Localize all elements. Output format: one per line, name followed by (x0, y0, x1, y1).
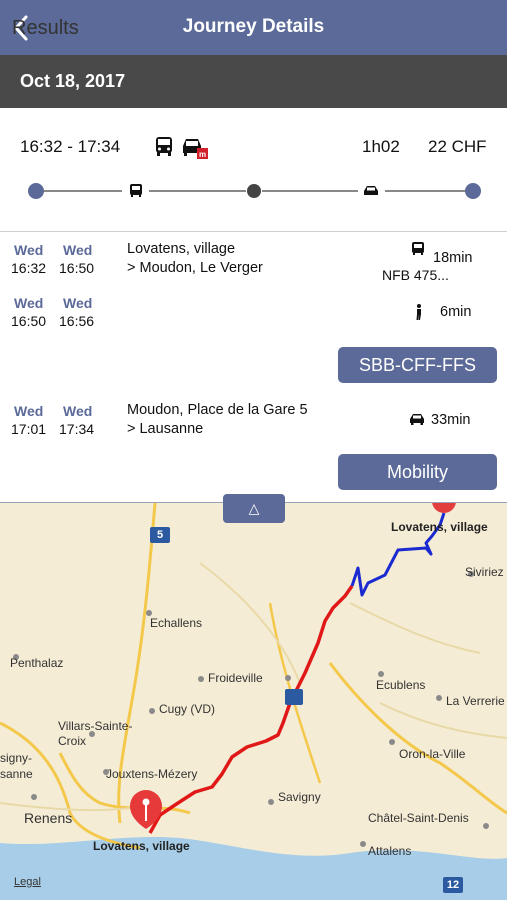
map-expand-handle[interactable]: △ (223, 494, 285, 523)
departure-day: Wed (14, 242, 44, 258)
map-end-label: Lovatens, village (93, 839, 190, 853)
map-place-label: Siviriez (465, 565, 504, 579)
service-name: NFB 475... (382, 267, 449, 283)
summary-price: 22 CHF (428, 137, 487, 156)
summary-mode-icons: m (154, 136, 210, 160)
map-place-label: Châtel-Saint-Denis (368, 811, 469, 825)
sbb-button[interactable]: SBB-CFF-FFS (338, 347, 497, 383)
departure-time: 16:32 (11, 260, 47, 276)
map-place-label: Echallens (150, 616, 203, 630)
car-icon (364, 186, 378, 195)
bus-icon (130, 184, 142, 197)
arrival-day: Wed (63, 403, 93, 419)
segment-from: Lovatens, village (127, 241, 236, 257)
highway-shield (285, 689, 303, 705)
car-icon (410, 414, 424, 425)
journey-timeline (0, 178, 507, 204)
route-map[interactable]: 5 12 Lovatens, village Siviriez Echallen… (0, 502, 507, 900)
road-shield-5: 5 (150, 527, 170, 543)
arrival-time: 16:50 (59, 260, 95, 276)
departure-day: Wed (14, 403, 44, 419)
map-place-label: Renens (24, 810, 73, 826)
date-header: Oct 18, 2017 (0, 55, 507, 108)
map-place-label: Cugy (VD) (159, 702, 216, 716)
timeline-line (149, 190, 246, 192)
car-icon: m (183, 139, 208, 159)
timeline-line (262, 190, 358, 192)
journey-summary: 16:32 - 17:34 m 1h02 22 CHF (0, 108, 507, 232)
map-place-label: signy- (0, 751, 33, 765)
map-place-label: Savigny (278, 790, 321, 804)
timeline-line (44, 190, 122, 192)
arrival-time: 16:56 (59, 313, 95, 329)
timeline-end-dot (465, 183, 481, 199)
map-place-label: Ecublens (376, 678, 426, 692)
summary-time-range: 16:32 - 17:34 (20, 137, 121, 156)
departure-time: 16:50 (11, 313, 47, 329)
arrival-time: 17:34 (59, 421, 95, 437)
journey-date: Oct 18, 2017 (20, 71, 126, 91)
departure-day: Wed (14, 295, 44, 311)
timeline-line (385, 190, 467, 192)
map-place-label: Oron-la-Ville (399, 747, 466, 761)
navigation-bar: Results Journey Details (0, 0, 507, 55)
map-place-label: Penthalaz (10, 656, 64, 670)
map-canvas (0, 503, 507, 900)
timeline-transfer-dot (247, 184, 261, 198)
road-shield-12: 12 (443, 877, 463, 893)
walk-icon (416, 304, 421, 320)
departure-time: 17:01 (11, 421, 47, 437)
segment-to: > Moudon, Le Verger (127, 260, 263, 276)
segment-duration: 33min (431, 412, 471, 428)
journey-segment: Wed 17:01 Wed 17:34 Moudon, Place de la … (0, 396, 507, 446)
journey-segment: Wed 16:32 Wed 16:50 Lovatens, village > … (0, 232, 507, 292)
segment-to: > Lausanne (127, 421, 204, 437)
arrival-day: Wed (63, 295, 93, 311)
journey-segment: Wed 16:50 Wed 16:56 6min (0, 292, 507, 342)
mobility-button[interactable]: Mobility (338, 454, 497, 490)
map-place-label: sanne (0, 767, 33, 781)
bus-icon (412, 242, 424, 255)
bus-icon (156, 137, 172, 156)
summary-duration: 1h02 (362, 137, 400, 156)
timeline-start-dot (28, 183, 44, 199)
map-place-label: Villars-Sainte-Croix (58, 719, 133, 748)
segment-duration: 6min (440, 304, 472, 320)
map-place-label: La Verrerie (446, 694, 505, 708)
svg-text:m: m (199, 150, 206, 159)
map-place-label: Attalens (368, 844, 412, 858)
map-place-label: Froideville (208, 671, 263, 685)
arrival-day: Wed (63, 242, 93, 258)
map-start-label: Lovatens, village (391, 520, 488, 534)
legal-link[interactable]: Legal (14, 876, 41, 888)
page-title: Journey Details (182, 16, 325, 37)
segment-from: Moudon, Place de la Gare 5 (127, 402, 308, 418)
segment-duration: 18min (433, 250, 473, 266)
map-place-label: Jouxtens-Mézery (106, 767, 198, 781)
